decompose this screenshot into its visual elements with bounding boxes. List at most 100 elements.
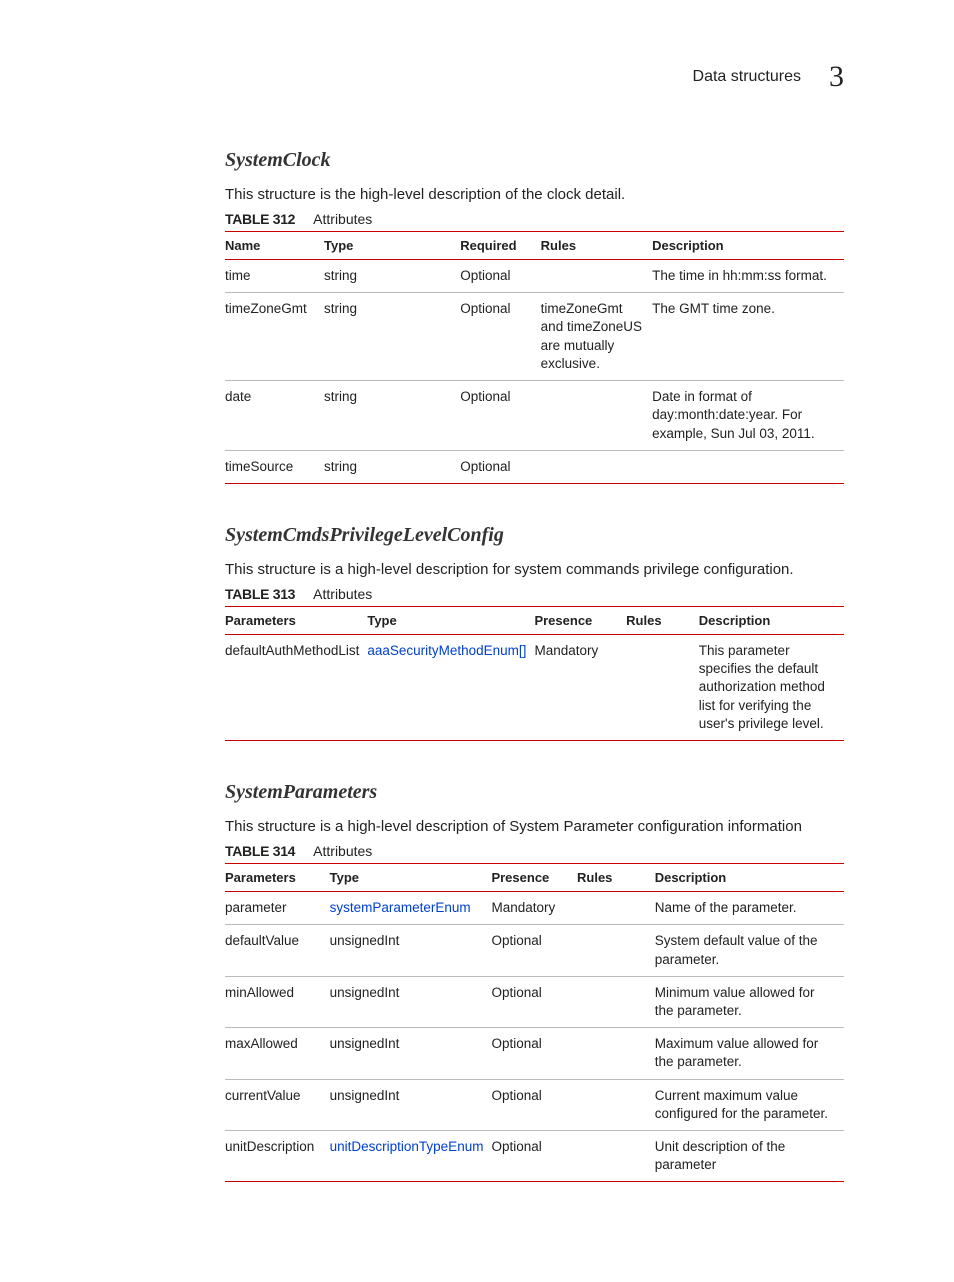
table-cell: This parameter specifies the default aut… — [699, 634, 844, 740]
table-cell: unsignedInt — [330, 1079, 492, 1130]
section-title: SystemCmdsPrivilegeLevelConfig — [225, 524, 844, 547]
column-header: Type — [324, 232, 460, 260]
table-cell: Optional — [491, 1028, 577, 1079]
table-cell — [541, 260, 652, 293]
table-cell: Current maximum value configured for the… — [655, 1079, 844, 1130]
table-row: timeZoneGmtstringOptionaltimeZoneGmt and… — [225, 293, 844, 381]
column-header: Description — [652, 232, 844, 260]
table-caption: TABLE 312 Attributes — [225, 211, 844, 227]
table-cell: string — [324, 293, 460, 381]
table-row: defaultValueunsignedIntOptionalSystem de… — [225, 925, 844, 976]
table-cell: defaultValue — [225, 925, 330, 976]
table-cell: unitDescription — [225, 1131, 330, 1182]
table-caption: TABLE 313 Attributes — [225, 586, 844, 602]
table-number: TABLE 312 — [225, 211, 295, 227]
table-cell: Optional — [491, 1131, 577, 1182]
column-header: Required — [460, 232, 540, 260]
section-title: SystemClock — [225, 149, 844, 172]
table-cell: unsignedInt — [330, 976, 492, 1027]
table-number: TABLE 314 — [225, 843, 295, 859]
table-cell: string — [324, 381, 460, 451]
column-header: Description — [655, 864, 844, 892]
table-cell: unsignedInt — [330, 925, 492, 976]
table-row: unitDescriptionunitDescriptionTypeEnum Op… — [225, 1131, 844, 1182]
table-title: Attributes — [313, 586, 372, 602]
table-cell — [652, 450, 844, 483]
section-description: This structure is the high-level descrip… — [225, 186, 844, 203]
table-row: timestringOptional The time in hh:mm:ss f… — [225, 260, 844, 293]
table-cell: Maximum value allowed for the parameter. — [655, 1028, 844, 1079]
table-cell: string — [324, 260, 460, 293]
section: SystemParametersThis structure is a high… — [225, 781, 844, 1182]
table-caption: TABLE 314 Attributes — [225, 843, 844, 859]
page-content: Data structures 3 SystemClock This struct… — [0, 0, 954, 1282]
column-header: Presence — [534, 606, 626, 634]
section-title: SystemParameters — [225, 781, 844, 804]
column-header: Type — [330, 864, 492, 892]
column-header: Name — [225, 232, 324, 260]
table-cell: The time in hh:mm:ss format. — [652, 260, 844, 293]
table-cell: Unit description of the parameter — [655, 1131, 844, 1182]
table-cell: Name of the parameter. — [655, 892, 844, 925]
table-cell: time — [225, 260, 324, 293]
type-link[interactable]: aaaSecurityMethodEnum[] — [367, 643, 526, 658]
breadcrumb: Data structures — [693, 68, 801, 86]
table-row: datestringOptional Date in format of day:… — [225, 381, 844, 451]
table-row: maxAllowedunsignedIntOptional Maximum val… — [225, 1028, 844, 1079]
table-cell: currentValue — [225, 1079, 330, 1130]
attributes-table: ParametersTypePresenceRulesDescriptionpa… — [225, 863, 844, 1182]
table-cell: Optional — [491, 976, 577, 1027]
column-header: Parameters — [225, 864, 330, 892]
table-cell: Optional — [491, 1079, 577, 1130]
table-cell: parameter — [225, 892, 330, 925]
table-cell: Optional — [460, 260, 540, 293]
column-header: Parameters — [225, 606, 367, 634]
type-link[interactable]: unitDescriptionTypeEnum — [330, 1139, 484, 1154]
table-cell: timeZoneGmt and timeZoneUS are mutually … — [541, 293, 652, 381]
table-cell: System default value of the parameter. — [655, 925, 844, 976]
table-cell: systemParameterEnum — [330, 892, 492, 925]
table-cell — [577, 1131, 655, 1182]
table-cell: Mandatory — [491, 892, 577, 925]
table-cell — [626, 634, 699, 740]
table-cell: Minimum value allowed for the parameter. — [655, 976, 844, 1027]
table-cell: timeSource — [225, 450, 324, 483]
type-link[interactable]: systemParameterEnum — [330, 900, 471, 915]
column-header: Description — [699, 606, 844, 634]
table-cell: timeZoneGmt — [225, 293, 324, 381]
attributes-table: NameTypeRequiredRulesDescriptiontimestri… — [225, 231, 844, 484]
table-cell: The GMT time zone. — [652, 293, 844, 381]
page-header: Data structures 3 — [225, 60, 844, 94]
table-cell: Optional — [460, 293, 540, 381]
column-header: Rules — [626, 606, 699, 634]
table-title: Attributes — [313, 211, 372, 227]
table-cell — [577, 925, 655, 976]
section-description: This structure is a high-level descripti… — [225, 561, 844, 578]
table-cell: Optional — [460, 450, 540, 483]
table-cell — [577, 1028, 655, 1079]
table-cell: aaaSecurityMethodEnum[] — [367, 634, 534, 740]
table-cell: unsignedInt — [330, 1028, 492, 1079]
column-header: Rules — [541, 232, 652, 260]
table-row: defaultAuthMethodListaaaSecurityMethodEn… — [225, 634, 844, 740]
table-cell: Optional — [460, 381, 540, 451]
column-header: Type — [367, 606, 534, 634]
column-header: Rules — [577, 864, 655, 892]
table-cell: minAllowed — [225, 976, 330, 1027]
table-cell — [541, 381, 652, 451]
table-cell: Mandatory — [534, 634, 626, 740]
table-number: TABLE 313 — [225, 586, 295, 602]
table-cell: maxAllowed — [225, 1028, 330, 1079]
table-cell — [577, 1079, 655, 1130]
table-row: timeSourcestringOptional — [225, 450, 844, 483]
table-cell — [541, 450, 652, 483]
table-row: currentValueunsignedIntOptional Current m… — [225, 1079, 844, 1130]
table-row: minAllowedunsignedIntOptional Minimum val… — [225, 976, 844, 1027]
table-cell: string — [324, 450, 460, 483]
table-cell: date — [225, 381, 324, 451]
section: SystemCmdsPrivilegeLevelConfig This struc… — [225, 524, 844, 741]
table-cell: unitDescriptionTypeEnum — [330, 1131, 492, 1182]
attributes-table: ParametersTypePresenceRulesDescriptionde… — [225, 606, 844, 741]
table-cell: Date in format of day:month:date:year. F… — [652, 381, 844, 451]
table-title: Attributes — [313, 843, 372, 859]
